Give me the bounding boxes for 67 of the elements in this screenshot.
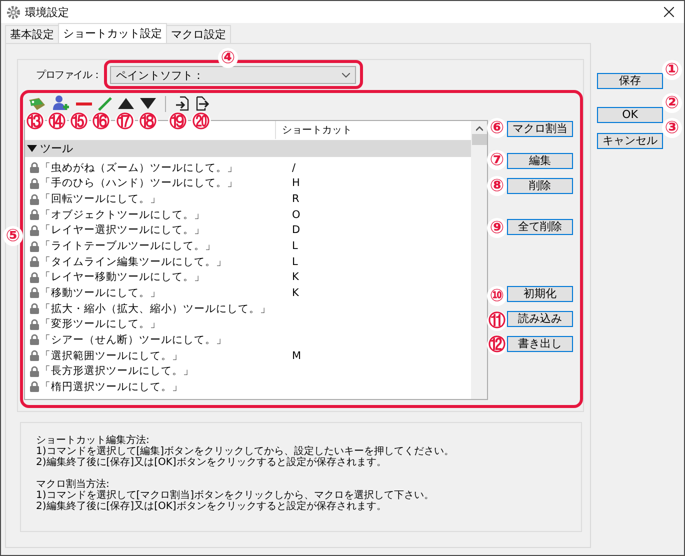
tab[interactable]: マクロ設定 <box>166 25 231 43</box>
pencil-icon[interactable] <box>98 96 112 110</box>
help-text: 2)編集終了後に[保存]又は[OK]ボタンをクリックすると設定が保存されます。 <box>36 457 388 468</box>
help-text: 1)コマンドを選択して[編集]ボタンをクリックしてから、設定したいキーを押してください。 <box>36 446 456 457</box>
help-text: 1)コマンドを選択して[マクロ割当]ボタンをクリックしから、マクロを選択して下さい。 <box>36 490 436 501</box>
shortcut-key: R <box>292 193 300 206</box>
profile-label: プロファイル： <box>36 68 102 82</box>
command-text: 「タイムライン編集ツールにして。」 <box>40 254 228 269</box>
callout-number: ③ <box>662 118 682 138</box>
command-text: 「回転ツールにして。」 <box>40 192 162 206</box>
gear-icon <box>7 6 20 18</box>
tag-icon[interactable] <box>28 96 46 110</box>
command-text: 「虫めがね（ズーム）ツールにして。」 <box>40 160 239 175</box>
shortcut-key: D <box>292 224 300 236</box>
import-icon[interactable] <box>175 96 189 111</box>
action-button[interactable]: 編集 <box>507 153 573 169</box>
group-row[interactable]: ツール <box>25 140 471 157</box>
command-text: 「拡大・縮小（拡大、縮小）ツールにして。」 <box>40 302 272 316</box>
dialog-button[interactable]: OK <box>597 107 663 123</box>
command-text: 「楕円選択ツールにして。」 <box>40 380 184 394</box>
command-text: 「オブジェクトツールにして。」 <box>40 208 206 222</box>
chevron-down-icon <box>342 72 350 78</box>
shortcut-key: M <box>292 350 302 362</box>
shortcut-key: H <box>292 177 300 190</box>
command-text: 「長方形選択ツールにして。」 <box>40 364 195 378</box>
help-heading: ショートカット編集方法: <box>36 435 150 446</box>
callout-number: ② <box>662 93 682 113</box>
shortcut-key: / <box>292 162 296 174</box>
callout-number: ① <box>662 60 682 80</box>
action-button[interactable]: 削除 <box>507 178 573 194</box>
command-text: 「変形ツールにして。」 <box>40 317 162 332</box>
command-text: 「レイヤー選択ツールにして。」 <box>40 223 206 238</box>
down-triangle-icon[interactable] <box>140 98 156 109</box>
tab[interactable]: ショートカット設定 <box>58 23 167 43</box>
tab[interactable]: 基本設定 <box>5 25 59 43</box>
action-button[interactable]: マクロ割当 <box>507 121 573 137</box>
profile-dropdown[interactable]: ペイントソフト： <box>110 66 356 84</box>
scroll-thumb[interactable] <box>472 134 486 145</box>
action-button[interactable]: 読み込み <box>507 311 573 327</box>
action-button[interactable]: 初期化 <box>507 286 573 302</box>
minus-icon[interactable] <box>76 100 92 106</box>
window-title: 環境設定 <box>25 4 69 20</box>
close-icon[interactable] <box>664 7 674 17</box>
shortcut-key: O <box>292 208 300 221</box>
action-button[interactable]: 全て削除 <box>507 219 573 235</box>
dialog-button[interactable]: 保存 <box>597 73 663 89</box>
action-button[interactable]: 書き出し <box>507 336 573 352</box>
command-text: 「手のひら（ハンド）ツールにして。」 <box>40 176 239 190</box>
command-text: 「レイヤー移動ツールにして。」 <box>40 270 206 284</box>
shortcut-key: K <box>292 286 299 299</box>
command-text: 「選択範囲ツールにして。」 <box>40 348 184 362</box>
shortcut-key: K <box>292 271 299 284</box>
export-icon[interactable] <box>195 96 209 111</box>
command-text: 「シアー（せん断）ツールにして。」 <box>40 332 228 347</box>
up-triangle-icon[interactable] <box>118 98 134 109</box>
command-text: 「移動ツールにして。」 <box>40 286 162 300</box>
scrollbar[interactable] <box>471 121 487 399</box>
shortcut-key: L <box>292 256 298 268</box>
expand-triangle-icon[interactable] <box>27 144 37 153</box>
command-text: 「ライトテーブルツールにして。」 <box>40 239 217 254</box>
scroll-up-icon[interactable] <box>476 126 482 131</box>
dialog-button[interactable]: キャンセル <box>597 133 663 149</box>
help-text: 2)編集終了後に[保存]又は[OK]ボタンをクリックすると設定が保存されます。 <box>36 501 388 512</box>
shortcut-key: L <box>292 240 298 252</box>
user-add-icon[interactable] <box>52 95 70 112</box>
help-heading: マクロ割当方法: <box>36 479 110 490</box>
column-header[interactable]: ショートカット <box>276 123 352 137</box>
